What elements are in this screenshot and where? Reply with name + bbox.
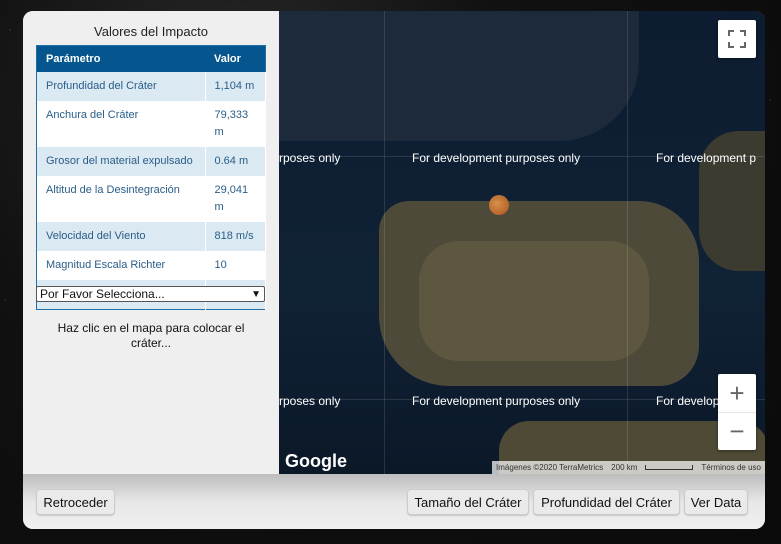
param-cell: Profundidad del Cráter — [36, 72, 206, 101]
value-cell: 79,333 m — [205, 101, 266, 147]
table-row: Profundidad del Cráter 1,104 m — [36, 72, 266, 101]
dev-watermark: rposes only — [279, 151, 341, 165]
crater-marker[interactable] — [489, 195, 509, 215]
scale-bar — [645, 465, 694, 470]
param-cell: Magnitud Escala Richter — [36, 251, 206, 280]
fullscreen-button[interactable] — [718, 20, 756, 58]
dev-watermark: rposes only — [279, 394, 341, 408]
param-cell: Grosor del material expulsado — [36, 147, 206, 176]
map-attribution: Imágenes ©2020 TerraMetrics 200 km Térmi… — [492, 461, 765, 474]
placement-hint: Haz clic en el mapa para colocar el crát… — [57, 321, 245, 350]
zoom-in-button[interactable]: + — [718, 375, 756, 413]
value-cell: 818 m/s — [205, 222, 266, 251]
dev-watermark: For development purposes only — [412, 151, 581, 165]
zoom-control: + − — [718, 374, 756, 450]
map-region-iberia-inland — [419, 241, 649, 361]
fullscreen-icon — [728, 30, 746, 48]
impact-values-table: Parámetro Valor Profundidad del Cráter 1… — [36, 45, 266, 310]
option-select[interactable]: Por Favor Selecciona... ▼ — [36, 286, 265, 302]
table-row: Altitud de la Desintegración 29,041 m — [36, 176, 266, 222]
select-value: Por Favor Selecciona... — [40, 287, 165, 301]
plus-icon: + — [729, 377, 745, 408]
scale-label[interactable]: 200 km — [611, 463, 637, 472]
sidebar-title: Valores del Impacto — [94, 24, 208, 39]
minus-icon: − — [729, 415, 745, 446]
dev-watermark: For development purposes only — [412, 394, 581, 408]
impact-panel: Valores del Impacto Parámetro Valor Prof… — [23, 11, 765, 529]
crater-size-button[interactable]: Tamaño del Cráter — [407, 489, 529, 515]
impact-values-sidebar: Valores del Impacto Parámetro Valor Prof… — [23, 11, 279, 474]
param-cell: Anchura del Cráter — [36, 101, 206, 147]
terms-link[interactable]: Términos de uso — [701, 463, 761, 472]
satellite-map[interactable]: rposes only For development purposes onl… — [279, 11, 765, 474]
header-parameter: Parámetro — [36, 45, 205, 72]
table-row: Grosor del material expulsado 0.64 m — [36, 147, 266, 176]
dev-watermark: For development p — [656, 151, 757, 165]
table-header-row: Parámetro Valor — [36, 45, 266, 72]
crater-depth-button[interactable]: Profundidad del Cráter — [533, 489, 680, 515]
value-cell: 1,104 m — [205, 72, 266, 101]
back-button[interactable]: Retroceder — [36, 489, 115, 515]
param-cell: Altitud de la Desintegración — [36, 176, 206, 222]
table-row: Anchura del Cráter 79,333 m — [36, 101, 266, 147]
view-data-button[interactable]: Ver Data — [684, 489, 748, 515]
imagery-credit: Imágenes ©2020 TerraMetrics — [496, 463, 604, 472]
google-logo: Google — [285, 451, 347, 471]
value-cell: 29,041 m — [205, 176, 266, 222]
table-row: Magnitud Escala Richter 10 — [36, 251, 266, 280]
param-cell: Velocidad del Viento — [36, 222, 206, 251]
map-region-north — [279, 11, 639, 141]
map-gridline — [627, 11, 628, 474]
table-row: Velocidad del Viento 818 m/s — [36, 222, 266, 251]
chevron-down-icon: ▼ — [251, 288, 261, 300]
zoom-out-button[interactable]: − — [718, 413, 756, 450]
header-value: Valor — [205, 45, 266, 72]
value-cell: 10 — [205, 251, 266, 280]
map-gridline — [384, 11, 385, 474]
value-cell: 0.64 m — [205, 147, 266, 176]
